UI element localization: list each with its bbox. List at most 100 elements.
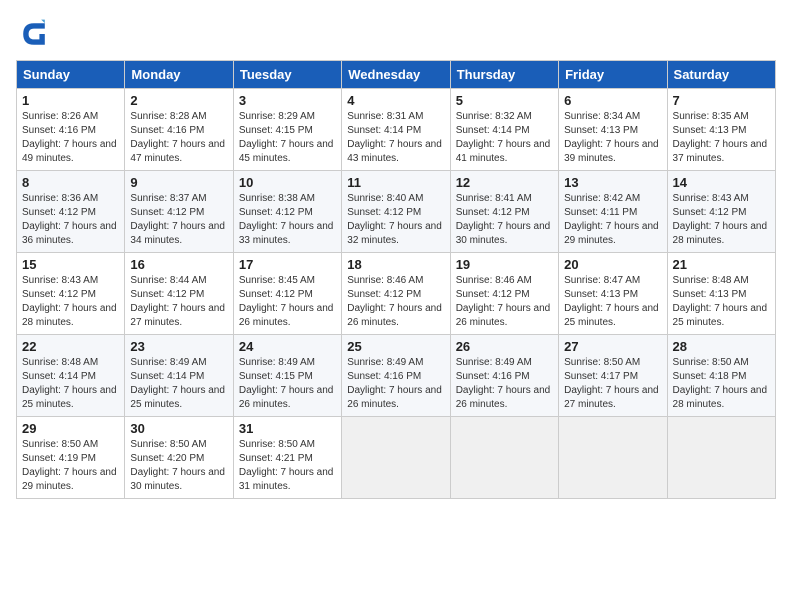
day-number: 22 [22, 339, 119, 354]
calendar-cell [342, 417, 450, 499]
calendar-cell: 3 Sunrise: 8:29 AMSunset: 4:15 PMDayligh… [233, 89, 341, 171]
day-info: Sunrise: 8:46 AMSunset: 4:12 PMDaylight:… [456, 274, 553, 330]
day-info: Sunrise: 8:44 AMSunset: 4:12 PMDaylight:… [130, 274, 227, 330]
calendar-cell: 13 Sunrise: 8:42 AMSunset: 4:11 PMDaylig… [559, 171, 667, 253]
day-number: 14 [673, 175, 770, 190]
calendar-cell: 30 Sunrise: 8:50 AMSunset: 4:20 PMDaylig… [125, 417, 233, 499]
calendar-cell: 2 Sunrise: 8:28 AMSunset: 4:16 PMDayligh… [125, 89, 233, 171]
calendar-cell: 4 Sunrise: 8:31 AMSunset: 4:14 PMDayligh… [342, 89, 450, 171]
day-info: Sunrise: 8:50 AMSunset: 4:20 PMDaylight:… [130, 438, 227, 494]
day-info: Sunrise: 8:43 AMSunset: 4:12 PMDaylight:… [673, 192, 770, 248]
weekday-header: Friday [559, 61, 667, 89]
calendar-cell: 18 Sunrise: 8:46 AMSunset: 4:12 PMDaylig… [342, 253, 450, 335]
day-info: Sunrise: 8:48 AMSunset: 4:13 PMDaylight:… [673, 274, 770, 330]
day-number: 8 [22, 175, 119, 190]
day-number: 27 [564, 339, 661, 354]
calendar-cell: 21 Sunrise: 8:48 AMSunset: 4:13 PMDaylig… [667, 253, 775, 335]
day-info: Sunrise: 8:50 AMSunset: 4:17 PMDaylight:… [564, 356, 661, 412]
day-number: 21 [673, 257, 770, 272]
calendar-cell: 19 Sunrise: 8:46 AMSunset: 4:12 PMDaylig… [450, 253, 558, 335]
day-info: Sunrise: 8:34 AMSunset: 4:13 PMDaylight:… [564, 110, 661, 166]
weekday-header: Thursday [450, 61, 558, 89]
calendar-cell: 28 Sunrise: 8:50 AMSunset: 4:18 PMDaylig… [667, 335, 775, 417]
calendar-cell: 29 Sunrise: 8:50 AMSunset: 4:19 PMDaylig… [17, 417, 125, 499]
calendar-cell: 9 Sunrise: 8:37 AMSunset: 4:12 PMDayligh… [125, 171, 233, 253]
day-info: Sunrise: 8:36 AMSunset: 4:12 PMDaylight:… [22, 192, 119, 248]
calendar-cell: 27 Sunrise: 8:50 AMSunset: 4:17 PMDaylig… [559, 335, 667, 417]
day-number: 24 [239, 339, 336, 354]
day-number: 15 [22, 257, 119, 272]
weekday-header: Wednesday [342, 61, 450, 89]
day-number: 1 [22, 93, 119, 108]
day-number: 19 [456, 257, 553, 272]
day-info: Sunrise: 8:50 AMSunset: 4:19 PMDaylight:… [22, 438, 119, 494]
calendar-week-row: 1 Sunrise: 8:26 AMSunset: 4:16 PMDayligh… [17, 89, 776, 171]
calendar-cell: 15 Sunrise: 8:43 AMSunset: 4:12 PMDaylig… [17, 253, 125, 335]
day-info: Sunrise: 8:38 AMSunset: 4:12 PMDaylight:… [239, 192, 336, 248]
day-info: Sunrise: 8:45 AMSunset: 4:12 PMDaylight:… [239, 274, 336, 330]
day-info: Sunrise: 8:31 AMSunset: 4:14 PMDaylight:… [347, 110, 444, 166]
weekday-row: SundayMondayTuesdayWednesdayThursdayFrid… [17, 61, 776, 89]
calendar-week-row: 8 Sunrise: 8:36 AMSunset: 4:12 PMDayligh… [17, 171, 776, 253]
header [16, 16, 776, 52]
day-number: 28 [673, 339, 770, 354]
day-info: Sunrise: 8:28 AMSunset: 4:16 PMDaylight:… [130, 110, 227, 166]
calendar-cell [559, 417, 667, 499]
calendar-cell: 17 Sunrise: 8:45 AMSunset: 4:12 PMDaylig… [233, 253, 341, 335]
calendar-cell: 5 Sunrise: 8:32 AMSunset: 4:14 PMDayligh… [450, 89, 558, 171]
calendar-cell: 23 Sunrise: 8:49 AMSunset: 4:14 PMDaylig… [125, 335, 233, 417]
day-number: 17 [239, 257, 336, 272]
calendar-cell: 16 Sunrise: 8:44 AMSunset: 4:12 PMDaylig… [125, 253, 233, 335]
day-info: Sunrise: 8:48 AMSunset: 4:14 PMDaylight:… [22, 356, 119, 412]
day-number: 31 [239, 421, 336, 436]
day-info: Sunrise: 8:26 AMSunset: 4:16 PMDaylight:… [22, 110, 119, 166]
day-info: Sunrise: 8:41 AMSunset: 4:12 PMDaylight:… [456, 192, 553, 248]
calendar-cell: 22 Sunrise: 8:48 AMSunset: 4:14 PMDaylig… [17, 335, 125, 417]
day-info: Sunrise: 8:49 AMSunset: 4:16 PMDaylight:… [456, 356, 553, 412]
day-info: Sunrise: 8:35 AMSunset: 4:13 PMDaylight:… [673, 110, 770, 166]
logo [16, 16, 56, 52]
day-number: 13 [564, 175, 661, 190]
day-number: 5 [456, 93, 553, 108]
day-number: 6 [564, 93, 661, 108]
day-number: 20 [564, 257, 661, 272]
calendar-cell: 10 Sunrise: 8:38 AMSunset: 4:12 PMDaylig… [233, 171, 341, 253]
day-info: Sunrise: 8:46 AMSunset: 4:12 PMDaylight:… [347, 274, 444, 330]
calendar-body: 1 Sunrise: 8:26 AMSunset: 4:16 PMDayligh… [17, 89, 776, 499]
day-number: 4 [347, 93, 444, 108]
calendar-cell: 6 Sunrise: 8:34 AMSunset: 4:13 PMDayligh… [559, 89, 667, 171]
calendar-week-row: 29 Sunrise: 8:50 AMSunset: 4:19 PMDaylig… [17, 417, 776, 499]
day-number: 25 [347, 339, 444, 354]
day-info: Sunrise: 8:32 AMSunset: 4:14 PMDaylight:… [456, 110, 553, 166]
calendar-cell: 14 Sunrise: 8:43 AMSunset: 4:12 PMDaylig… [667, 171, 775, 253]
day-number: 30 [130, 421, 227, 436]
calendar-header: SundayMondayTuesdayWednesdayThursdayFrid… [17, 61, 776, 89]
day-info: Sunrise: 8:49 AMSunset: 4:14 PMDaylight:… [130, 356, 227, 412]
calendar-cell: 1 Sunrise: 8:26 AMSunset: 4:16 PMDayligh… [17, 89, 125, 171]
calendar-cell: 26 Sunrise: 8:49 AMSunset: 4:16 PMDaylig… [450, 335, 558, 417]
day-number: 10 [239, 175, 336, 190]
weekday-header: Sunday [17, 61, 125, 89]
calendar-cell [450, 417, 558, 499]
day-info: Sunrise: 8:50 AMSunset: 4:18 PMDaylight:… [673, 356, 770, 412]
calendar-cell: 7 Sunrise: 8:35 AMSunset: 4:13 PMDayligh… [667, 89, 775, 171]
day-number: 18 [347, 257, 444, 272]
day-number: 16 [130, 257, 227, 272]
calendar-week-row: 22 Sunrise: 8:48 AMSunset: 4:14 PMDaylig… [17, 335, 776, 417]
day-info: Sunrise: 8:29 AMSunset: 4:15 PMDaylight:… [239, 110, 336, 166]
weekday-header: Saturday [667, 61, 775, 89]
day-number: 7 [673, 93, 770, 108]
day-number: 9 [130, 175, 227, 190]
day-info: Sunrise: 8:47 AMSunset: 4:13 PMDaylight:… [564, 274, 661, 330]
day-number: 23 [130, 339, 227, 354]
calendar-week-row: 15 Sunrise: 8:43 AMSunset: 4:12 PMDaylig… [17, 253, 776, 335]
day-info: Sunrise: 8:37 AMSunset: 4:12 PMDaylight:… [130, 192, 227, 248]
calendar-cell [667, 417, 775, 499]
day-info: Sunrise: 8:49 AMSunset: 4:16 PMDaylight:… [347, 356, 444, 412]
calendar-cell: 24 Sunrise: 8:49 AMSunset: 4:15 PMDaylig… [233, 335, 341, 417]
day-number: 26 [456, 339, 553, 354]
day-number: 12 [456, 175, 553, 190]
day-info: Sunrise: 8:40 AMSunset: 4:12 PMDaylight:… [347, 192, 444, 248]
day-info: Sunrise: 8:50 AMSunset: 4:21 PMDaylight:… [239, 438, 336, 494]
calendar-cell: 25 Sunrise: 8:49 AMSunset: 4:16 PMDaylig… [342, 335, 450, 417]
